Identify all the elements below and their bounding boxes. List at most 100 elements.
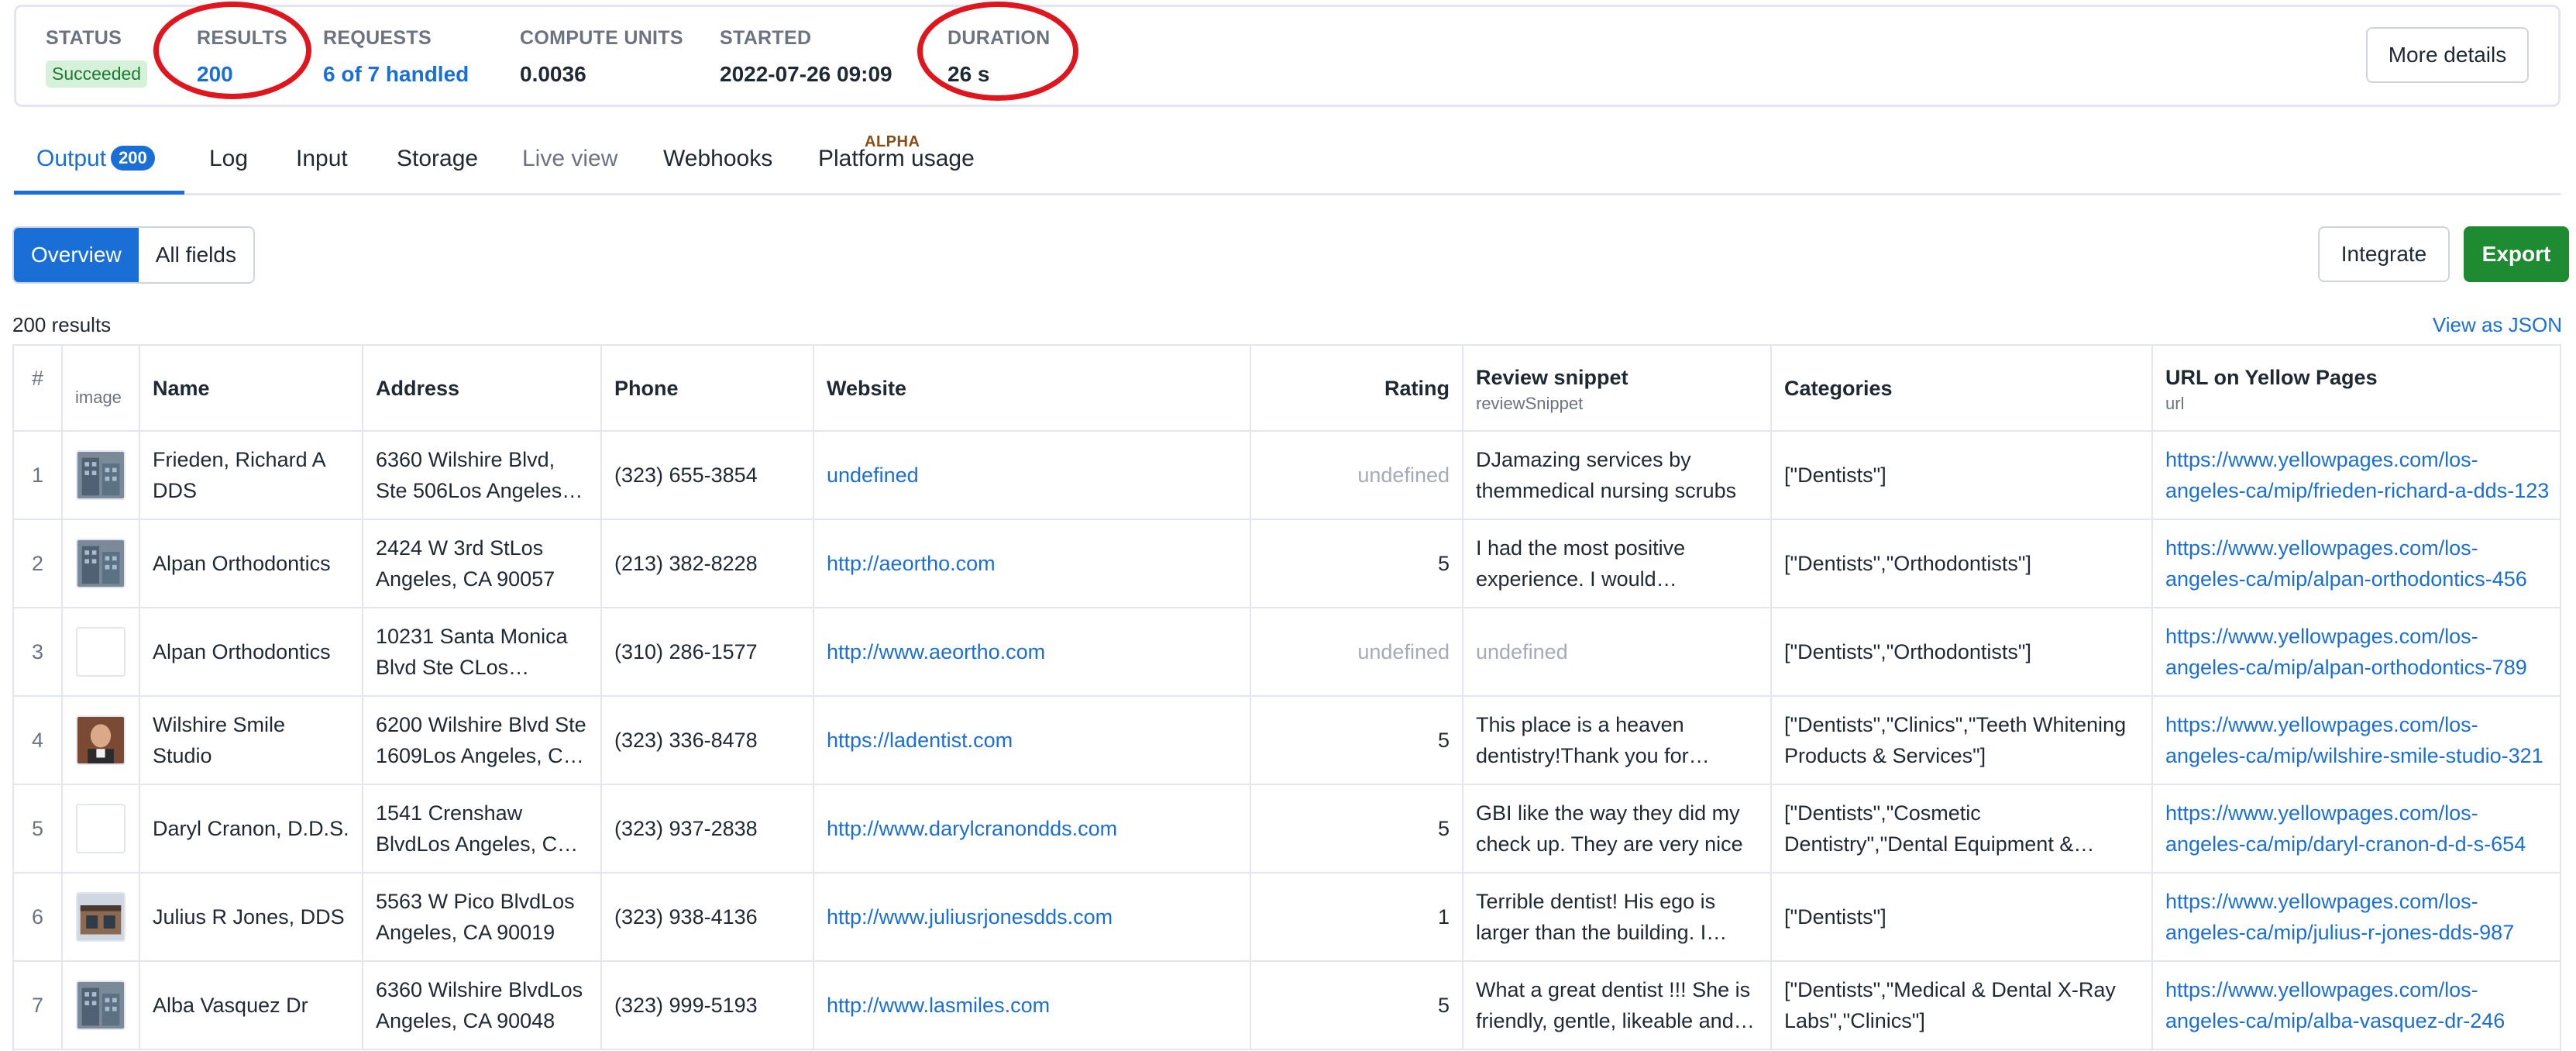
row-name: Frieden, Richard A DDS	[139, 431, 363, 520]
row-image-cell	[62, 873, 140, 962]
row-index: 5	[14, 784, 63, 874]
active-tab-indicator	[14, 191, 184, 195]
row-phone: (323) 938-4136	[601, 873, 814, 962]
stat-results-label: RESULTS	[197, 27, 287, 49]
row-address: 6360 Wilshire Blvd, Ste 506Los Angeles, …	[363, 431, 602, 520]
view-mode-toggle: Overview All fields	[12, 226, 255, 284]
portrait-photo[interactable]	[76, 715, 126, 765]
table-row[interactable]: 5 Daryl Cranon, D.D.S. 1541 Crenshaw BlvdL…	[14, 784, 2560, 874]
row-categories: ["Dentists"]	[1771, 431, 2153, 520]
row-name: Daryl Cranon, D.D.S.	[139, 784, 363, 874]
stat-requests-value[interactable]: 6 of 7 handled	[323, 62, 469, 87]
row-review-snippet: undefined	[1463, 608, 1772, 697]
row-address: 1541 Crenshaw BlvdLos Angeles, CA 90019	[363, 784, 602, 874]
export-button[interactable]: Export	[2464, 226, 2569, 282]
stat-compute-units-label: COMPUTE UNITS	[520, 27, 683, 49]
stat-results: RESULTS 200	[197, 27, 287, 87]
stat-duration-value: 26 s	[948, 62, 990, 86]
row-phone: (310) 286-1577	[601, 608, 814, 697]
table-header-row: # image Name Address Phone Website Ratin…	[14, 346, 2560, 432]
results-table: # image Name Address Phone Website Ratin…	[12, 344, 2561, 1051]
alpha-badge: ALPHA	[865, 133, 920, 150]
row-url[interactable]: https://www.yellowpages.com/los-angeles-…	[2152, 608, 2560, 697]
blank-image[interactable]	[76, 627, 126, 677]
tab-output[interactable]: Output 200	[36, 146, 155, 172]
stat-results-value[interactable]: 200	[197, 62, 287, 87]
row-website[interactable]: http://www.aeortho.com	[813, 608, 1251, 697]
row-image-cell	[62, 961, 140, 1050]
col-url-subtitle: url	[2165, 393, 2185, 413]
row-index: 6	[14, 873, 63, 962]
row-categories: ["Dentists","Clinics","Teeth Whitening P…	[1771, 696, 2153, 785]
stat-compute-units: COMPUTE UNITS 0.0036	[520, 27, 683, 87]
row-website[interactable]: https://ladentist.com	[813, 696, 1251, 785]
table-row[interactable]: 7 Alba Vasquez Dr 6360 Wilshire BlvdLos An…	[14, 961, 2560, 1050]
col-name-header: Name	[139, 346, 363, 432]
row-review-snippet: DJamazing services by themmedical nursin…	[1463, 431, 1772, 520]
row-name: Alpan Orthodontics	[139, 519, 363, 608]
row-website[interactable]: http://www.darylcranondds.com	[813, 784, 1251, 874]
col-phone-header: Phone	[601, 346, 814, 432]
row-url[interactable]: https://www.yellowpages.com/los-angeles-…	[2152, 696, 2560, 785]
row-address: 10231 Santa Monica Blvd Ste CLos Angeles…	[363, 608, 602, 697]
table-row[interactable]: 4 Wilshire Smile Studio 6200 Wilshire Blvd…	[14, 696, 2560, 785]
overview-button[interactable]: Overview	[14, 228, 139, 282]
row-categories: ["Dentists","Medical & Dental X-Ray Labs…	[1771, 961, 2153, 1050]
tab-log[interactable]: Log	[209, 146, 248, 172]
row-rating: 5	[1250, 784, 1463, 874]
row-image-cell	[62, 784, 140, 874]
row-address: 5563 W Pico BlvdLos Angeles, CA 90019	[363, 873, 602, 962]
building-photo[interactable]	[76, 450, 126, 500]
stat-duration: DURATION 26 s	[948, 27, 1050, 87]
more-details-button[interactable]: More details	[2366, 27, 2529, 83]
row-rating: 5	[1250, 696, 1463, 785]
integrate-button[interactable]: Integrate	[2318, 226, 2450, 282]
row-url[interactable]: https://www.yellowpages.com/los-angeles-…	[2152, 961, 2560, 1050]
row-website[interactable]: http://aeortho.com	[813, 519, 1251, 608]
row-review-snippet: This place is a heaven dentistry!Thank y…	[1463, 696, 1772, 785]
tab-output-count: 200	[111, 146, 155, 171]
table-row[interactable]: 3 Alpan Orthodontics 10231 Santa Monica Bl…	[14, 608, 2560, 697]
col-url-title: URL on Yellow Pages	[2165, 365, 2378, 389]
col-review-header: Review snippet reviewSnippet	[1463, 346, 1772, 432]
building-photo[interactable]	[76, 539, 126, 588]
col-image-header: image	[62, 346, 140, 432]
col-categories-header: Categories	[1771, 346, 2153, 432]
table-row[interactable]: 1 Frieden, Richard A DDS 6360 Wilshire Blv…	[14, 431, 2560, 520]
building-photo[interactable]	[76, 980, 126, 1030]
row-url[interactable]: https://www.yellowpages.com/los-angeles-…	[2152, 873, 2560, 962]
view-as-json-link[interactable]: View as JSON	[2433, 313, 2562, 337]
row-rating: undefined	[1250, 608, 1463, 697]
tab-storage[interactable]: Storage	[397, 146, 478, 172]
row-url[interactable]: https://www.yellowpages.com/los-angeles-…	[2152, 519, 2560, 608]
row-address: 2424 W 3rd StLos Angeles, CA 90057	[363, 519, 602, 608]
table-row[interactable]: 2 Alpan Orthodontics 2424 W 3rd StLos Ange…	[14, 519, 2560, 608]
row-url[interactable]: https://www.yellowpages.com/los-angeles-…	[2152, 784, 2560, 874]
tab-input[interactable]: Input	[296, 146, 348, 172]
row-url[interactable]: https://www.yellowpages.com/los-angeles-…	[2152, 431, 2560, 520]
row-review-snippet: I had the most positive experience. I wo…	[1463, 519, 1772, 608]
row-name: Alpan Orthodontics	[139, 608, 363, 697]
table-row[interactable]: 6 Julius R Jones, DDS 5563 W Pico BlvdLos …	[14, 873, 2560, 962]
row-categories: ["Dentists","Orthodontists"]	[1771, 519, 2153, 608]
row-website[interactable]: http://www.juliusrjonesdds.com	[813, 873, 1251, 962]
stat-compute-units-value: 0.0036	[520, 62, 586, 86]
tab-webhooks[interactable]: Webhooks	[663, 146, 772, 172]
all-fields-button[interactable]: All fields	[138, 228, 253, 282]
stat-started: STARTED 2022-07-26 09:09	[720, 27, 892, 87]
tab-platform-usage[interactable]: ALPHA Platform usage	[818, 133, 975, 172]
row-address: 6200 Wilshire Blvd Ste 1609Los Angeles, …	[363, 696, 602, 785]
row-phone: (323) 999-5193	[601, 961, 814, 1050]
stat-requests-label: REQUESTS	[323, 27, 432, 49]
row-website[interactable]: http://www.lasmiles.com	[813, 961, 1251, 1050]
row-categories: ["Dentists","Cosmetic Dentistry","Dental…	[1771, 784, 2153, 874]
row-review-snippet: What a great dentist !!! She is friendly…	[1463, 961, 1772, 1050]
row-review-snippet: Terrible dentist! His ego is larger than…	[1463, 873, 1772, 962]
row-name: Wilshire Smile Studio	[139, 696, 363, 785]
row-index: 7	[14, 961, 63, 1050]
tab-live-view[interactable]: Live view	[522, 146, 617, 172]
blank-image[interactable]	[76, 804, 126, 853]
storefront-photo[interactable]	[76, 892, 126, 942]
row-index: 2	[14, 519, 63, 608]
stat-started-value: 2022-07-26 09:09	[720, 62, 892, 86]
